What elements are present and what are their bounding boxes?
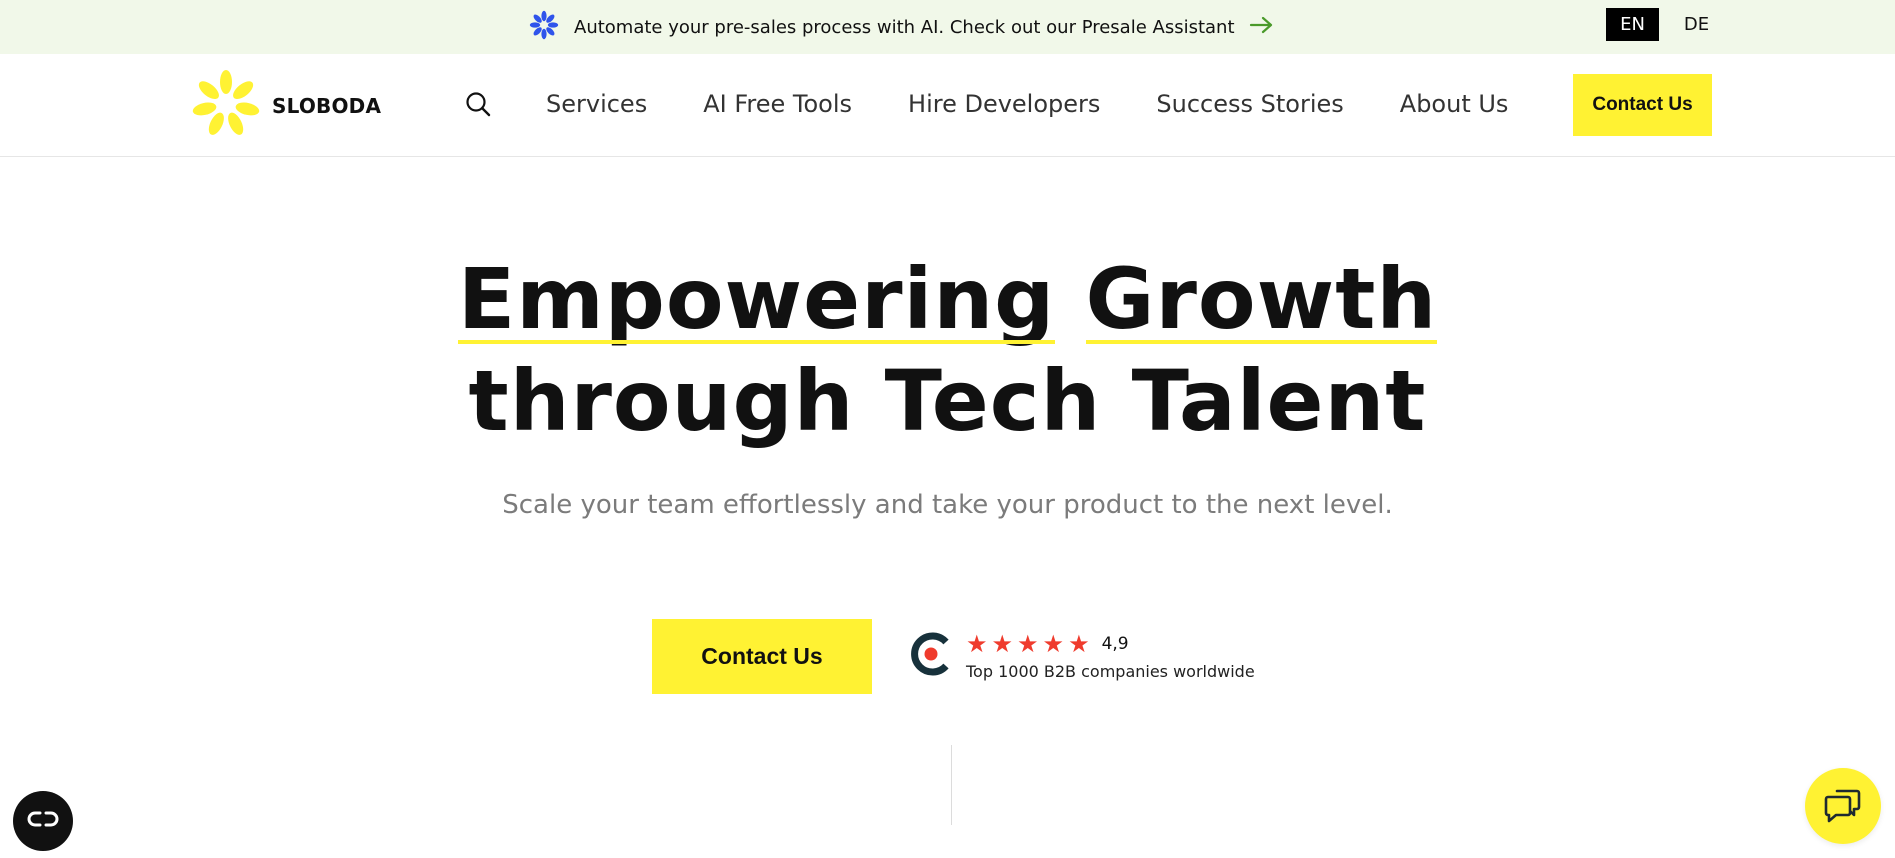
logo[interactable]: SLOBODA xyxy=(190,68,381,144)
nav-about-us[interactable]: About Us xyxy=(1400,86,1509,122)
hero-title-word-growth-text: Growth xyxy=(1085,250,1438,348)
star-icon: ★ xyxy=(1068,629,1090,658)
rating-score: 4,9 xyxy=(1101,633,1129,654)
site-header: SLOBODA Services AI Free Tools Hire Deve… xyxy=(0,54,1895,157)
announcement-link[interactable]: Automate your pre-sales process with AI.… xyxy=(528,0,1275,54)
sloboda-flower-logo-icon xyxy=(190,68,262,144)
rating-caption: Top 1000 B2B companies worldwide xyxy=(966,661,1255,681)
highlight-underline xyxy=(1085,340,1438,344)
hero-title-word-empowering-text: Empowering xyxy=(457,250,1056,348)
clutch-logo-icon xyxy=(910,631,952,681)
nav-success-stories[interactable]: Success Stories xyxy=(1156,86,1343,122)
stars-row: ★ ★ ★ ★ ★ 4,9 xyxy=(966,632,1255,656)
main-nav: Services AI Free Tools Hire Developers S… xyxy=(546,86,1508,122)
header-contact-button[interactable]: Contact Us xyxy=(1573,74,1712,136)
star-icon: ★ xyxy=(966,629,988,658)
hero-title-word-growth: Growth xyxy=(1085,248,1438,350)
hero-title-word-empowering: Empowering xyxy=(457,248,1056,350)
hero-title: Empowering Growth through Tech Talent xyxy=(0,248,1895,452)
highlight-underline xyxy=(457,340,1056,344)
rating-info: ★ ★ ★ ★ ★ 4,9 Top 1000 B2B companies wor… xyxy=(966,632,1255,681)
nav-hire-developers[interactable]: Hire Developers xyxy=(908,86,1100,122)
nav-ai-free-tools[interactable]: AI Free Tools xyxy=(703,86,852,122)
accessibility-button[interactable] xyxy=(13,791,73,851)
chat-button[interactable] xyxy=(1805,768,1881,844)
arrow-right-icon[interactable] xyxy=(1249,15,1275,39)
hero-title-line-2: through Tech Talent xyxy=(468,352,1427,450)
accessibility-toggle-icon xyxy=(26,809,60,833)
blue-flower-icon xyxy=(528,9,560,45)
search-icon[interactable] xyxy=(464,90,492,118)
chat-bubbles-icon xyxy=(1823,785,1863,827)
language-en[interactable]: EN xyxy=(1606,8,1659,41)
language-de[interactable]: DE xyxy=(1670,8,1723,41)
star-icon: ★ xyxy=(1017,629,1039,658)
logo-text: SLOBODA xyxy=(272,94,382,118)
section-divider xyxy=(951,745,952,825)
star-icon: ★ xyxy=(1042,629,1065,658)
clutch-rating[interactable]: ★ ★ ★ ★ ★ 4,9 Top 1000 B2B companies wor… xyxy=(910,631,1255,681)
announcement-bar: Automate your pre-sales process with AI.… xyxy=(0,0,1895,54)
hero-contact-button[interactable]: Contact Us xyxy=(652,619,872,694)
star-icon: ★ xyxy=(991,629,1014,658)
announcement-text[interactable]: Automate your pre-sales process with AI.… xyxy=(574,17,1235,38)
hero-title-line-1: Empowering Growth xyxy=(0,248,1895,350)
nav-services[interactable]: Services xyxy=(546,86,647,122)
hero-subtitle: Scale your team effortlessly and take yo… xyxy=(502,490,1393,520)
